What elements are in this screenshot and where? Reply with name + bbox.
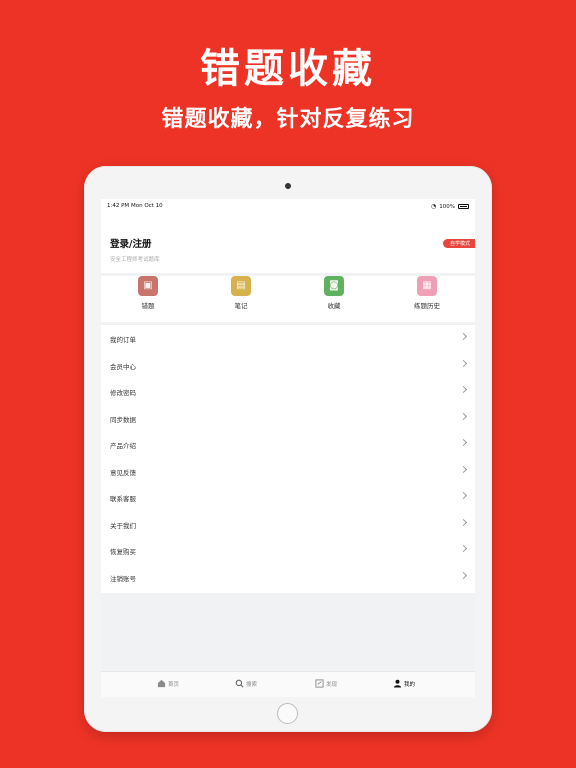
- mode-badge[interactable]: 自学模式: [442, 239, 475, 248]
- shortcut-row: ▣ 错题 ▤ 笔记 ◙ 收藏 ▦ 练题历史: [101, 276, 475, 322]
- menu-item-membership[interactable]: 会员中心: [101, 352, 475, 378]
- battery-percent: 100%: [439, 203, 455, 210]
- status-bar: 1:42 PM Mon Oct 10 ◔ 100%: [101, 199, 475, 213]
- menu-item-delete-account[interactable]: 注销账号: [101, 564, 475, 590]
- shortcut-label: 收藏: [327, 302, 341, 310]
- menu-item-restore-purchase[interactable]: 恢复购买: [101, 537, 475, 563]
- discover-icon: [315, 679, 324, 688]
- tab-discover[interactable]: 发现: [315, 679, 337, 688]
- profile-icon: [393, 679, 402, 688]
- chevron-right-icon: [459, 332, 468, 341]
- status-time: 1:42 PM: [107, 203, 130, 209]
- app-screen: 1:42 PM Mon Oct 10 ◔ 100% 登录/注册 安全工程师考试题…: [101, 199, 475, 697]
- menu-item-label: 同步数据: [110, 415, 136, 424]
- shortcut-wrong-questions[interactable]: ▣ 错题: [118, 276, 178, 310]
- menu-item-label: 会员中心: [110, 362, 136, 371]
- status-date: Mon Oct 10: [131, 203, 163, 209]
- chevron-right-icon: [459, 518, 468, 526]
- hero-subtitle: 错题收藏，针对反复练习: [161, 107, 415, 132]
- chevron-right-icon: [459, 438, 468, 447]
- profile-subtitle: 安全工程师考试题库: [110, 257, 160, 263]
- favorites-icon: ◙: [324, 276, 344, 296]
- chevron-right-icon: [459, 359, 468, 367]
- shortcut-label: 笔记: [234, 302, 248, 310]
- profile-header[interactable]: 登录/注册 安全工程师考试题库 自学模式: [101, 213, 475, 273]
- shortcut-notes[interactable]: ▤ 笔记: [211, 276, 271, 310]
- settings-menu: 我的订单 会员中心 修改密码 同步数据 产品介绍 意见反馈 联系客服 关于我们 …: [101, 325, 475, 593]
- shortcut-history[interactable]: ▦ 练题历史: [397, 276, 457, 310]
- chevron-right-icon: [459, 491, 468, 500]
- login-register-link[interactable]: 登录/注册: [110, 236, 151, 250]
- shortcut-favorites[interactable]: ◙ 收藏: [304, 276, 364, 310]
- menu-item-label: 修改密码: [110, 389, 136, 397]
- home-icon: [157, 679, 166, 688]
- tab-search[interactable]: 搜索: [235, 679, 257, 688]
- chevron-right-icon: [459, 544, 468, 553]
- menu-item-about[interactable]: 关于我们: [101, 511, 475, 537]
- tab-bar: 首页 搜索 发现 我的: [101, 671, 475, 697]
- tab-home[interactable]: 首页: [157, 679, 179, 688]
- menu-item-orders[interactable]: 我的订单: [101, 325, 475, 351]
- menu-item-feedback[interactable]: 意见反馈: [101, 458, 475, 484]
- menu-item-label: 联系客服: [110, 495, 136, 503]
- status-right: ◔ 100%: [431, 203, 469, 210]
- menu-item-product-intro[interactable]: 产品介绍: [101, 431, 475, 457]
- chevron-right-icon: [459, 571, 468, 579]
- camera-dot: [285, 183, 291, 189]
- menu-item-label: 恢复购买: [110, 548, 136, 556]
- menu-item-label: 我的订单: [110, 336, 136, 344]
- menu-item-change-password[interactable]: 修改密码: [101, 378, 475, 404]
- tablet-frame: 1:42 PM Mon Oct 10 ◔ 100% 登录/注册 安全工程师考试题…: [84, 166, 492, 732]
- menu-item-label: 产品介绍: [110, 442, 136, 450]
- tab-label: 搜索: [246, 681, 258, 688]
- shortcut-label: 错题: [141, 302, 155, 310]
- chevron-right-icon: [459, 412, 468, 420]
- wrong-questions-icon: ▣: [138, 276, 158, 296]
- home-button[interactable]: [277, 703, 298, 724]
- tab-label: 发现: [326, 681, 338, 688]
- wifi-icon: ◔: [431, 203, 437, 210]
- menu-item-support[interactable]: 联系客服: [101, 484, 475, 510]
- search-icon: [235, 679, 244, 688]
- chevron-right-icon: [459, 465, 468, 473]
- notes-icon: ▤: [231, 276, 251, 296]
- menu-item-sync-data[interactable]: 同步数据: [101, 405, 475, 431]
- history-icon: ▦: [417, 276, 437, 296]
- chevron-right-icon: [459, 385, 468, 394]
- tab-label: 首页: [168, 681, 180, 688]
- menu-item-label: 意见反馈: [110, 468, 136, 477]
- tab-label: 我的: [404, 681, 416, 688]
- battery-icon: [458, 204, 469, 209]
- hero-title: 错题收藏: [200, 46, 376, 92]
- menu-item-label: 关于我们: [110, 521, 136, 530]
- menu-item-label: 注销账号: [110, 574, 136, 583]
- tab-profile[interactable]: 我的: [393, 679, 415, 688]
- shortcut-label: 练题历史: [414, 302, 440, 310]
